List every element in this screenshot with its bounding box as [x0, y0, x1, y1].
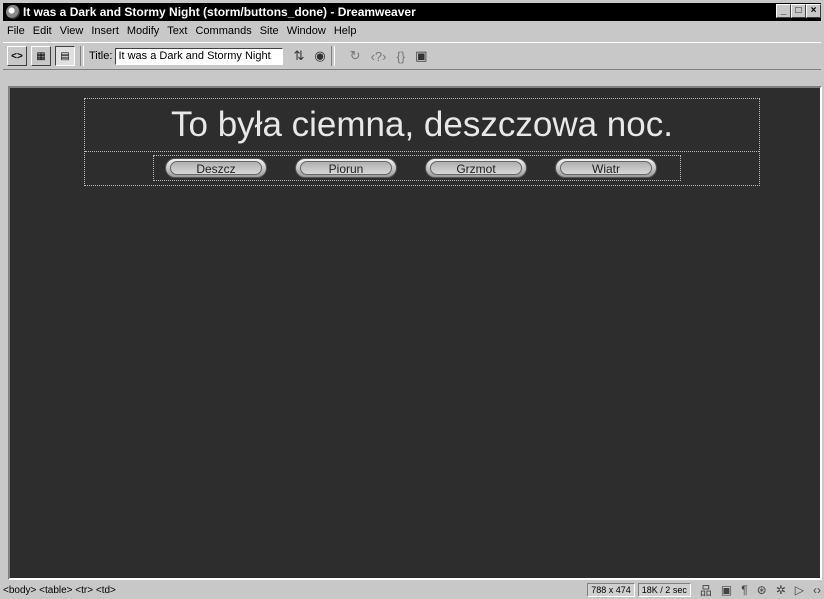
- button-row: Deszcz Piorun Grzmot Wiatr: [85, 153, 759, 185]
- rain-button[interactable]: Deszcz: [165, 158, 267, 178]
- lightning-button[interactable]: Piorun: [295, 158, 397, 178]
- menu-edit[interactable]: Edit: [29, 25, 56, 37]
- menu-bar: File Edit View Insert Modify Text Comman…: [3, 22, 360, 40]
- tag-selector[interactable]: <body> <table> <tr> <td>: [3, 585, 116, 596]
- title-bar: It was a Dark and Stormy Night (storm/bu…: [3, 3, 821, 21]
- rain-button-label: Deszcz: [170, 161, 262, 176]
- menu-site[interactable]: Site: [256, 25, 283, 37]
- design-view-canvas[interactable]: To była ciemna, deszczowa noc. Deszcz Pi…: [8, 86, 822, 580]
- maximize-button[interactable]: □: [791, 4, 806, 18]
- download-time-readout: 18K / 2 sec: [637, 583, 691, 597]
- page-heading: To była ciemna, deszczowa noc.: [85, 99, 759, 152]
- menu-view[interactable]: View: [56, 25, 88, 37]
- wind-button-label: Wiatr: [560, 161, 652, 176]
- refresh-icon[interactable]: ↻: [350, 48, 361, 64]
- code-view-icon[interactable]: <>: [7, 46, 27, 66]
- button-cells: Deszcz Piorun Grzmot Wiatr: [153, 155, 681, 181]
- code-inspector-icon[interactable]: ‹›: [813, 583, 821, 597]
- menu-window[interactable]: Window: [283, 25, 330, 37]
- toolbar-separator: [80, 46, 84, 66]
- design-view-icon[interactable]: ▤: [55, 46, 75, 66]
- lightning-button-label: Piorun: [300, 161, 392, 176]
- close-button[interactable]: ×: [806, 4, 821, 18]
- file-management-icon[interactable]: ⇅: [293, 48, 304, 64]
- window-size-readout[interactable]: 788 x 474: [587, 583, 635, 597]
- thunder-button[interactable]: Grzmot: [425, 158, 527, 178]
- view-options-icon[interactable]: {}: [396, 49, 405, 64]
- timeline-icon[interactable]: ▷: [795, 583, 804, 597]
- menu-commands[interactable]: Commands: [191, 25, 255, 37]
- status-bar: <body> <table> <tr> <td> 788 x 474 18K /…: [3, 582, 821, 598]
- html-styles-icon[interactable]: ¶: [741, 583, 747, 597]
- thunder-button-label: Grzmot: [430, 161, 522, 176]
- minimize-button[interactable]: _: [776, 4, 791, 18]
- dreamweaver-window: It was a Dark and Stormy Night (storm/bu…: [0, 0, 824, 599]
- page-title-input[interactable]: [115, 47, 284, 65]
- menu-help[interactable]: Help: [330, 25, 361, 37]
- wind-button[interactable]: Wiatr: [555, 158, 657, 178]
- visual-aids-icon[interactable]: ▣: [415, 48, 427, 64]
- dreamweaver-app-icon[interactable]: [6, 5, 20, 19]
- css-styles-icon[interactable]: ⊛: [757, 583, 767, 597]
- menu-file[interactable]: File: [3, 25, 29, 37]
- page-title-label: Title:: [89, 50, 113, 62]
- menu-text[interactable]: Text: [163, 25, 191, 37]
- window-controls: _ □ ×: [776, 4, 821, 18]
- toolbar-separator: [330, 46, 335, 66]
- layout-table[interactable]: To była ciemna, deszczowa noc. Deszcz Pi…: [84, 98, 760, 186]
- site-map-icon[interactable]: 品: [700, 582, 712, 599]
- menu-insert[interactable]: Insert: [87, 25, 123, 37]
- preview-browser-icon[interactable]: ◉: [314, 48, 325, 64]
- document-toolbar: <> ▦ ▤ Title: ⇅ ◉ ↻ ‹?› {} ▣: [3, 42, 821, 70]
- status-right: 788 x 474 18K / 2 sec 品 ▣ ¶ ⊛ ✲ ▷ ‹›: [584, 582, 821, 598]
- window-title: It was a Dark and Stormy Night (storm/bu…: [23, 5, 416, 19]
- behaviors-icon[interactable]: ✲: [776, 583, 786, 597]
- code-navigation-icon[interactable]: ‹?›: [371, 49, 387, 64]
- assets-icon[interactable]: ▣: [721, 583, 732, 597]
- split-view-icon[interactable]: ▦: [31, 46, 51, 66]
- menu-modify[interactable]: Modify: [123, 25, 163, 37]
